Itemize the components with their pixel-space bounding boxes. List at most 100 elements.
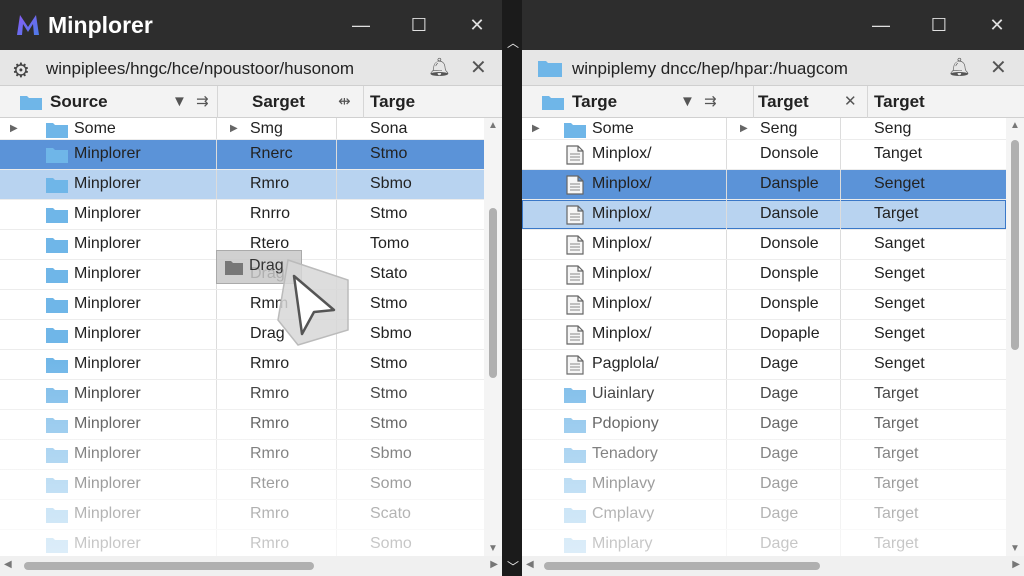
vertical-scrollbar[interactable]: ▲ ▼ (1006, 118, 1024, 556)
title-bar: — ☐ ✕ (522, 0, 1024, 50)
cell-value: Rmro (250, 445, 290, 462)
parent-row[interactable]: ▶ ▶ Some Seng Seng (522, 118, 1006, 140)
table-row[interactable]: Minplorer Rnrro Stmo (0, 200, 484, 230)
table-row[interactable]: Minplorer Drag Sbmo (0, 320, 484, 350)
title-bar: Minplorer — ☐ ✕ (0, 0, 502, 50)
table-row[interactable]: Minplox/Donsole Sanget (522, 230, 1006, 260)
parent-row[interactable]: ▶ ▶ Some Smg Sona (0, 118, 484, 140)
scroll-down-icon[interactable]: ▼ (1010, 543, 1020, 554)
table-row[interactable]: Minplox/Dansple Senget (522, 170, 1006, 200)
pane-divider[interactable]: ︿ ﹀ (502, 0, 522, 576)
table-row[interactable]: Minplox/Donsple Senget (522, 260, 1006, 290)
vertical-scrollbar[interactable]: ▲ ▼ (484, 118, 502, 556)
cell-value: Dage (760, 355, 799, 372)
file-list: ▶ ▶ Some Smg Sona Minplorer Rnerc Stmo Minplorer… (0, 118, 484, 560)
chevron-down-icon[interactable]: ▼ (680, 86, 695, 118)
scroll-up-icon[interactable]: ▲ (488, 120, 498, 131)
gear-icon[interactable]: ⚙ (12, 58, 30, 83)
table-row[interactable]: Minplox/Donsple Senget (522, 290, 1006, 320)
table-row[interactable]: Minplox/Dopaple Senget (522, 320, 1006, 350)
file-name: Minplary (592, 535, 653, 552)
table-row[interactable]: Pdopiony Dage Target (522, 410, 1006, 440)
maximize-button[interactable]: ☐ (926, 12, 952, 38)
table-row[interactable]: Minplorer Rtero Somo (0, 470, 484, 500)
file-name: Minplorer (74, 265, 141, 282)
close-path-icon[interactable]: ✕ (470, 55, 487, 80)
expand-icon[interactable]: ▶ (532, 118, 540, 140)
table-row[interactable]: Minplorer Rmro Stmo (0, 350, 484, 380)
left-pane: Minplorer — ☐ ✕ ⚙ winpiplees/hngc/hce/np… (0, 0, 502, 576)
cell-value: Sbmo (370, 445, 412, 462)
minimize-button[interactable]: — (868, 12, 894, 38)
maximize-button[interactable]: ☐ (406, 12, 432, 38)
file-name: Minplorer (74, 445, 141, 462)
column-header: Targe ▼ ⇉ Target ✕ Target (522, 86, 1024, 118)
table-row[interactable]: Minplorer Rmro Stmo (0, 410, 484, 440)
close-window-button[interactable]: ✕ (464, 12, 490, 38)
file-name: Minplorer (74, 145, 141, 162)
file-name: Minplox/ (592, 145, 652, 162)
horizontal-scrollbar[interactable]: ◀ ▶ (0, 556, 502, 576)
table-row[interactable]: Minplorer Rnerc Stmo (0, 140, 484, 170)
table-row[interactable]: Cmplavy Dage Target (522, 500, 1006, 530)
scroll-left-icon[interactable]: ◀ (526, 559, 534, 570)
bell-icon[interactable]: 🔔︎ (948, 57, 971, 78)
document-icon (566, 205, 584, 225)
close-window-button[interactable]: ✕ (984, 12, 1010, 38)
column-settings-icon[interactable]: ⇉ (704, 86, 717, 118)
column-resize-icon[interactable]: ⇹ (338, 86, 351, 118)
file-name: Minplorer (74, 385, 141, 402)
file-name: Minplox/ (592, 205, 652, 222)
folder-icon (46, 538, 68, 553)
file-name: Minplorer (74, 235, 141, 252)
chevron-down-icon[interactable]: ﹀ (507, 558, 519, 575)
file-name: Minplox/ (592, 175, 652, 192)
close-column-icon[interactable]: ✕ (844, 86, 857, 118)
column-target-3[interactable]: Target (874, 86, 1004, 118)
expand-icon[interactable]: ▶ (10, 118, 18, 140)
scroll-left-icon[interactable]: ◀ (4, 559, 12, 570)
scroll-right-icon[interactable]: ▶ (490, 559, 498, 570)
table-row[interactable]: Minplavy Dage Target (522, 470, 1006, 500)
scroll-up-icon[interactable]: ▲ (1010, 120, 1020, 131)
bell-icon[interactable]: 🔔︎ (428, 57, 451, 78)
cell-value: Stmo (370, 355, 408, 372)
table-row[interactable]: Tenadory Dage Target (522, 440, 1006, 470)
cell-value: Dage (760, 445, 799, 462)
scroll-right-icon[interactable]: ▶ (1012, 559, 1020, 570)
table-row[interactable]: Minplorer Rmro Scato (0, 500, 484, 530)
cell-value: Sanget (874, 235, 925, 252)
horizontal-scrollbar[interactable]: ◀ ▶ (522, 556, 1024, 576)
cell-value: Stmo (370, 385, 408, 402)
minimize-button[interactable]: — (348, 12, 374, 38)
path-input[interactable]: winpiplemy dncc/hep/hpar:/huagcom (572, 59, 848, 79)
folder-icon (46, 448, 68, 463)
path-input[interactable]: winpiplees/hngc/hce/npoustoor/husonom (46, 59, 354, 79)
cell-value: Rtero (250, 475, 290, 492)
file-name: Tenadory (592, 445, 658, 462)
hscroll-thumb[interactable] (24, 562, 314, 570)
expand-icon[interactable]: ▶ (230, 118, 238, 140)
table-row[interactable]: Minplorer Rmro Stmo (0, 380, 484, 410)
chevron-up-icon[interactable]: ︿ (507, 34, 519, 51)
column-source[interactable]: Source (50, 86, 218, 118)
column-settings-icon[interactable]: ⇉ (196, 86, 209, 118)
hscroll-thumb[interactable] (544, 562, 820, 570)
scroll-thumb[interactable] (489, 208, 497, 378)
table-row[interactable]: Minplox/Donsole Tanget (522, 140, 1006, 170)
table-row[interactable]: Uiainlary Dage Target (522, 380, 1006, 410)
scroll-thumb[interactable] (1011, 140, 1019, 350)
cell-value: Rmro (250, 505, 290, 522)
expand-icon[interactable]: ▶ (740, 118, 748, 140)
cell-value: Seng (760, 120, 798, 137)
table-row[interactable]: Minplox/Dansole Target (522, 200, 1006, 230)
table-row[interactable]: Minplorer Rmm Stmo (0, 290, 484, 320)
scroll-down-icon[interactable]: ▼ (488, 543, 498, 554)
table-row[interactable]: Minplorer Rmro Sbmo (0, 170, 484, 200)
chevron-down-icon[interactable]: ▼ (172, 86, 187, 118)
close-path-icon[interactable]: ✕ (990, 55, 1007, 80)
table-row[interactable]: Minplorer Rmro Sbmo (0, 440, 484, 470)
column-targe[interactable]: Targe (572, 86, 754, 118)
column-targe[interactable]: Targe (370, 86, 480, 118)
table-row[interactable]: Pagplola/Dage Senget (522, 350, 1006, 380)
